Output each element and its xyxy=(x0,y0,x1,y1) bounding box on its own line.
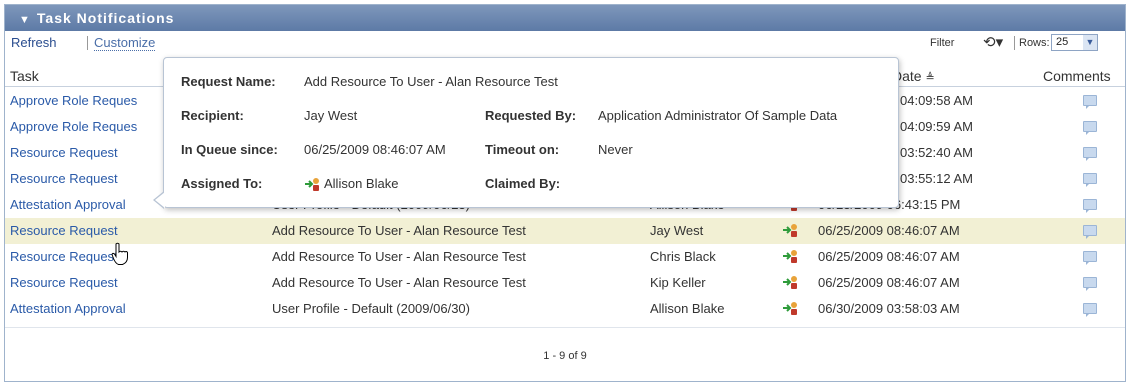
task-details-popup: Request Name: Add Resource To User - Ala… xyxy=(153,57,899,209)
task-link[interactable]: Resource Request xyxy=(10,171,118,186)
collapse-triangle-icon[interactable]: ▼ xyxy=(19,7,31,33)
comment-icon[interactable] xyxy=(1083,199,1097,213)
pagination-summary: 1 - 9 of 9 xyxy=(543,350,587,362)
task-link[interactable]: Resource Request xyxy=(10,223,118,238)
request-cell: Add Resource To User - Alan Resource Tes… xyxy=(272,249,526,264)
request-cell: Add Resource To User - Alan Resource Tes… xyxy=(272,223,526,238)
comment-icon[interactable] xyxy=(1083,95,1097,109)
table-row-highlighted[interactable]: Resource Request Add Resource To User - … xyxy=(5,218,1125,244)
rows-per-page-select[interactable]: 25 ▼ xyxy=(1051,34,1098,51)
customize-link[interactable]: Customize xyxy=(94,35,156,51)
assigned-user-icon[interactable] xyxy=(782,248,798,264)
date-cell: 04:09:59 AM xyxy=(900,119,973,134)
task-link[interactable]: Resource Request xyxy=(10,145,118,160)
table-row[interactable]: Resource Request Add Resource To User - … xyxy=(5,244,1125,270)
hand-cursor-icon xyxy=(111,242,128,265)
table-row[interactable]: Resource Request Add Resource To User - … xyxy=(5,270,1125,296)
timeout-label: Timeout on: xyxy=(485,142,560,157)
request-name-value: Add Resource To User - Alan Resource Tes… xyxy=(304,74,558,89)
refresh-link[interactable]: Refresh xyxy=(11,35,57,50)
timeout-value: Never xyxy=(598,142,633,157)
task-link[interactable]: Resource Request xyxy=(10,249,118,264)
comment-icon[interactable] xyxy=(1083,303,1097,317)
request-name-label: Request Name: xyxy=(181,74,276,89)
panel-titlebar[interactable]: ▼ Task Notifications xyxy=(5,5,1125,31)
comment-icon[interactable] xyxy=(1083,251,1097,265)
assigned-to-value: Allison Blake xyxy=(324,176,399,191)
in-queue-label: In Queue since: xyxy=(181,142,278,157)
column-header-task[interactable]: Task xyxy=(10,68,39,84)
recipient-label: Recipient: xyxy=(181,108,244,123)
rows-value: 25 xyxy=(1056,36,1069,48)
request-cell: User Profile - Default (2009/06/30) xyxy=(272,301,470,316)
assigned-user-icon[interactable] xyxy=(782,300,798,316)
comment-icon[interactable] xyxy=(1083,173,1097,187)
recipient-value: Jay West xyxy=(304,108,358,123)
date-cell: 06/25/2009 08:46:07 AM xyxy=(818,249,960,264)
popup-pointer-fill xyxy=(155,192,165,208)
task-link[interactable]: Approve Role Reques xyxy=(10,119,137,134)
task-link[interactable]: Resource Request xyxy=(10,275,118,290)
recipient-cell: Chris Black xyxy=(650,249,716,264)
toolbar: Refresh Customize Filter ⟲▾ Rows: 25 ▼ xyxy=(5,32,1125,54)
date-cell: 06/30/2009 03:58:03 AM xyxy=(818,301,960,316)
comment-icon[interactable] xyxy=(1083,277,1097,291)
comment-icon[interactable] xyxy=(1083,121,1097,135)
recipient-cell: Jay West xyxy=(650,223,704,238)
date-cell: 03:52:40 AM xyxy=(900,145,973,160)
toolbar-divider xyxy=(1014,36,1015,50)
date-cell: 06/25/2009 08:46:07 AM xyxy=(818,223,960,238)
task-link[interactable]: Approve Role Reques xyxy=(10,93,137,108)
in-queue-value: 06/25/2009 08:46:07 AM xyxy=(304,142,446,157)
comment-icon[interactable] xyxy=(1083,225,1097,239)
comment-icon[interactable] xyxy=(1083,147,1097,161)
column-header-comments[interactable]: Comments xyxy=(1043,68,1111,84)
panel-title: Task Notifications xyxy=(36,10,175,26)
assigned-to-label: Assigned To: xyxy=(181,176,263,191)
assigned-user-icon xyxy=(305,178,319,191)
task-link[interactable]: Attestation Approval xyxy=(10,197,126,212)
recipient-cell: Allison Blake xyxy=(650,301,725,316)
task-notifications-panel: ▼ Task Notifications Refresh Customize Fi… xyxy=(4,4,1126,382)
rows-label: Rows: xyxy=(1019,37,1050,49)
table-row[interactable]: Attestation Approval User Profile - Defa… xyxy=(5,296,1125,322)
footer-divider xyxy=(5,327,1125,328)
requested-by-label: Requested By: xyxy=(485,108,577,123)
claimed-by-label: Claimed By: xyxy=(485,176,561,191)
filter-icon[interactable]: ⟲▾ xyxy=(983,33,1003,51)
sort-icon[interactable]: ≜ xyxy=(925,72,934,84)
assigned-user-icon[interactable] xyxy=(782,274,798,290)
request-cell: Add Resource To User - Alan Resource Tes… xyxy=(272,275,526,290)
task-link[interactable]: Attestation Approval xyxy=(10,301,126,316)
requested-by-value: Application Administrator Of Sample Data xyxy=(598,108,838,123)
chevron-down-icon[interactable]: ▼ xyxy=(1083,35,1097,50)
date-cell: 06/25/2009 08:46:07 AM xyxy=(818,275,960,290)
date-cell: 03:55:12 AM xyxy=(900,171,973,186)
filter-label: Filter xyxy=(930,37,955,49)
recipient-cell: Kip Keller xyxy=(650,275,706,290)
date-cell: 04:09:58 AM xyxy=(900,93,973,108)
toolbar-divider xyxy=(87,36,88,50)
assigned-user-icon[interactable] xyxy=(782,222,798,238)
